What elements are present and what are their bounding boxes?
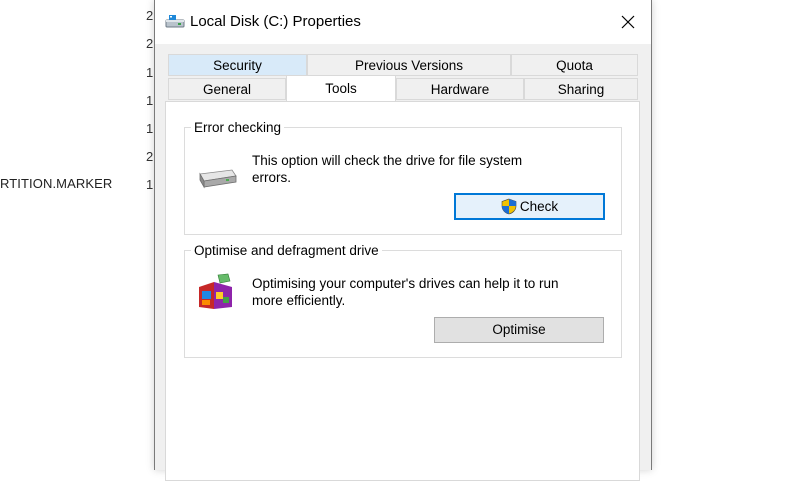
tab-previous-versions[interactable]: Previous Versions [307,54,511,76]
check-button-label: Check [519,199,559,214]
optimise-title: Optimise and defragment drive [191,242,382,259]
drive-icon [165,14,185,30]
error-checking-group: Error checking This option will check th… [184,119,622,235]
optimise-description: Optimising your computer's drives can he… [252,275,558,309]
dialog-body: Security Previous Versions Quota General… [155,44,651,481]
error-checking-title: Error checking [191,119,285,136]
tab-quota[interactable]: Quota [511,54,638,76]
error-checking-description: This option will check the drive for fil… [252,152,522,186]
tab-sharing[interactable]: Sharing [524,78,638,100]
error-checking-description-line2: errors. [252,170,292,185]
background-digit: 1 [146,177,154,192]
tools-tab-page: Error checking This option will check th… [165,101,640,481]
background-digit: 1 [146,65,154,80]
hard-drive-icon [196,168,238,193]
error-checking-description-line1: This option will check the drive for fil… [252,153,523,168]
optimise-description-line1: Optimising your computer's drives can he… [252,276,559,291]
background-digit: 1 [146,93,154,108]
uac-shield-icon [501,198,517,215]
window-title: Local Disk (C:) Properties [190,13,361,30]
optimise-button[interactable]: Optimise [434,317,604,343]
check-button[interactable]: Check [454,193,605,220]
background-digit: 2 [146,149,154,164]
close-icon [621,15,635,29]
title-bar[interactable]: Local Disk (C:) Properties [155,0,651,44]
tab-security[interactable]: Security [168,54,307,76]
background-digit: 2 [146,36,154,51]
background-file-name[interactable]: RTITION.MARKER [0,176,112,191]
properties-dialog: Local Disk (C:) Properties Security Prev… [154,0,652,481]
tab-tools[interactable]: Tools [286,75,396,101]
tab-general[interactable]: General [168,78,286,100]
optimise-group: Optimise and defragment drive Optimising… [184,242,622,358]
close-button[interactable] [605,0,651,44]
background-digit: 1 [146,121,154,136]
defrag-icon [196,273,236,314]
optimise-description-line2: more efficiently. [252,293,346,308]
tab-hardware[interactable]: Hardware [396,78,524,100]
background-digit: 2 [146,8,154,23]
